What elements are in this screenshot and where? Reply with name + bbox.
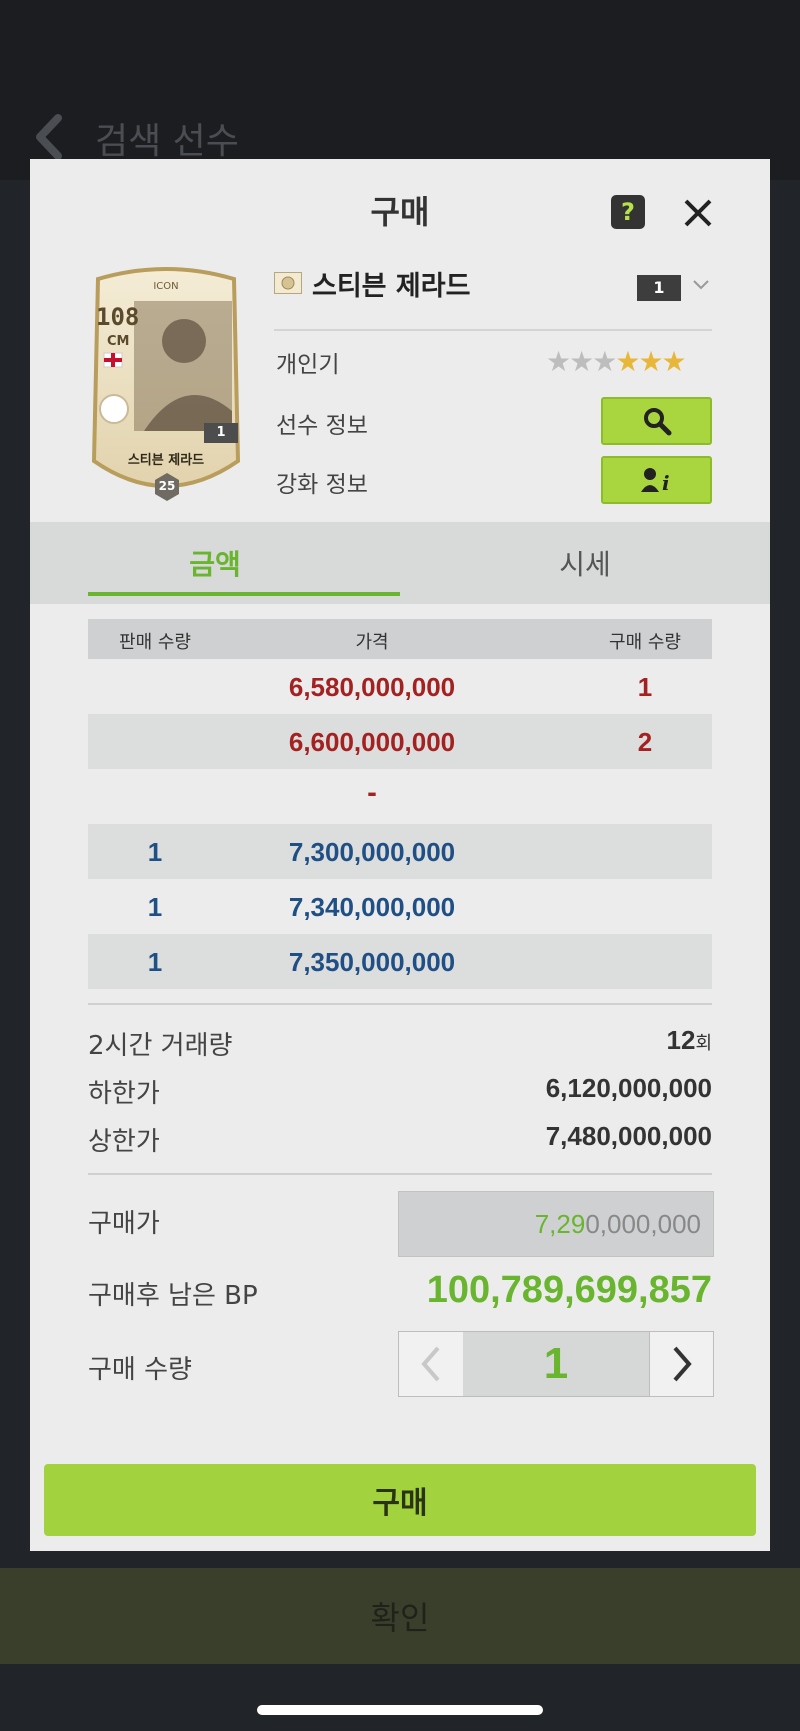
player-name: 스티븐 제라드 xyxy=(312,270,471,302)
purchase-price-label: 구매가 xyxy=(88,1209,160,1239)
level-select[interactable]: 1 xyxy=(637,275,681,301)
buy-button[interactable]: 구매 xyxy=(44,1464,756,1536)
star-empty-icon: ★ xyxy=(569,345,594,378)
sell-order-row[interactable]: 1 7,340,000,000 xyxy=(88,879,712,934)
home-indicator xyxy=(257,1705,543,1715)
min-price-value: 6,120,000,000 xyxy=(545,1073,712,1103)
order-buy-qty: 1 xyxy=(637,672,653,702)
star-filled-icon: ★ xyxy=(661,345,687,378)
star-empty-icon: ★ xyxy=(546,345,571,378)
purchase-price-input[interactable]: 7,29 0,000,000 xyxy=(398,1191,714,1257)
order-sell-qty: 1 xyxy=(147,837,163,867)
enhance-info-label: 강화 정보 xyxy=(276,472,368,498)
remaining-bp-value: 100,789,699,857 xyxy=(426,1269,712,1311)
price-entered-digits: 7,29 xyxy=(534,1208,586,1239)
card-player-name: 스티븐 제라드 xyxy=(127,453,205,468)
sell-order-row[interactable]: 1 7,300,000,000 xyxy=(88,824,712,879)
help-icon: ? xyxy=(621,198,635,226)
volume-unit: 회 xyxy=(695,1033,712,1053)
player-card[interactable]: ICON 108 CM 1 스티븐 제라드 25 xyxy=(88,261,244,501)
divider xyxy=(274,329,712,331)
quantity-value: 1 xyxy=(543,1339,569,1388)
star-filled-icon: ★ xyxy=(638,345,663,378)
background-page-title: 검색 선수 xyxy=(95,121,239,162)
confirm-button-label: 확인 xyxy=(370,1599,430,1637)
modal-title: 구매 xyxy=(370,193,430,231)
order-table: 판매 수량 가격 구매 수량 6,580,000,000 1 6,600,000… xyxy=(88,619,712,989)
enhance-info-button[interactable]: i xyxy=(601,456,712,504)
decrease-qty-button[interactable] xyxy=(399,1332,463,1396)
player-info-label: 선수 정보 xyxy=(276,413,368,439)
chevron-left-icon xyxy=(421,1346,440,1382)
order-buy-qty: 2 xyxy=(637,727,653,757)
min-price-label: 하한가 xyxy=(88,1079,160,1109)
popularity-stars: ★★★★★★ xyxy=(546,345,687,378)
card-ovr: 108 xyxy=(96,303,140,331)
back-arrow-icon[interactable] xyxy=(30,112,70,162)
confirm-button[interactable]: 확인 xyxy=(0,1568,800,1664)
card-season-badge: 25 xyxy=(158,479,176,493)
buy-order-row[interactable]: 6,580,000,000 1 xyxy=(88,659,712,714)
order-price: 6,600,000,000 xyxy=(288,727,456,757)
active-tab-underline xyxy=(88,592,400,596)
buy-button-label: 구매 xyxy=(372,1486,428,1521)
increase-qty-button[interactable] xyxy=(649,1332,713,1396)
close-icon[interactable] xyxy=(678,193,718,233)
player-info-button[interactable] xyxy=(601,397,712,445)
max-price-label: 상한가 xyxy=(88,1127,160,1157)
star-filled-icon: ★ xyxy=(615,345,640,378)
order-price: 7,350,000,000 xyxy=(288,947,456,977)
order-divider: - xyxy=(88,769,712,824)
divider xyxy=(88,1173,712,1175)
volume-value: 12회 xyxy=(667,1025,712,1056)
svg-text:i: i xyxy=(662,471,670,494)
purchase-qty-label: 구매 수량 xyxy=(88,1355,192,1385)
order-divider-dash: - xyxy=(367,779,377,807)
volume-count: 12 xyxy=(666,1025,696,1055)
max-price-value: 7,480,000,000 xyxy=(545,1121,712,1151)
order-price: 6,580,000,000 xyxy=(288,672,456,702)
header-sell-qty: 판매 수량 xyxy=(119,632,191,653)
header-price: 가격 xyxy=(355,632,389,653)
price-remaining-digits: 0,000,000 xyxy=(585,1208,701,1239)
header-buy-qty: 구매 수량 xyxy=(609,632,681,653)
card-type-label: ICON xyxy=(153,281,179,292)
purchase-modal: 구매 ? ICON 108 CM 1 스티븐 제라드 25 스티븐 제라드 1 … xyxy=(30,159,770,1551)
season-badge-icon xyxy=(274,272,302,294)
popularity-label: 개인기 xyxy=(276,352,340,378)
star-empty-icon: ★ xyxy=(592,345,617,378)
chevron-down-icon[interactable] xyxy=(690,273,712,295)
user-info-icon: i xyxy=(640,468,670,494)
card-enhance-level: 1 xyxy=(204,423,238,443)
order-sell-qty: 1 xyxy=(147,947,163,977)
remaining-bp-label: 구매후 남은 BP xyxy=(88,1281,258,1311)
search-icon xyxy=(643,408,671,436)
divider xyxy=(88,1003,712,1005)
order-sell-qty: 1 xyxy=(147,892,163,922)
chevron-right-icon xyxy=(672,1346,692,1382)
table-header: 판매 수량 가격 구매 수량 xyxy=(88,619,712,659)
quantity-stepper: 1 xyxy=(398,1331,714,1397)
buy-order-row[interactable]: 6,600,000,000 2 xyxy=(88,714,712,769)
help-button[interactable]: ? xyxy=(611,195,645,229)
player-name-row: 스티븐 제라드 xyxy=(274,263,470,303)
card-position: CM xyxy=(107,334,130,349)
volume-label: 2시간 거래량 xyxy=(88,1031,233,1061)
tab-market[interactable]: 시세 xyxy=(400,522,770,604)
sell-order-row[interactable]: 1 7,350,000,000 xyxy=(88,934,712,989)
order-price: 7,300,000,000 xyxy=(288,837,456,867)
order-price: 7,340,000,000 xyxy=(288,892,456,922)
